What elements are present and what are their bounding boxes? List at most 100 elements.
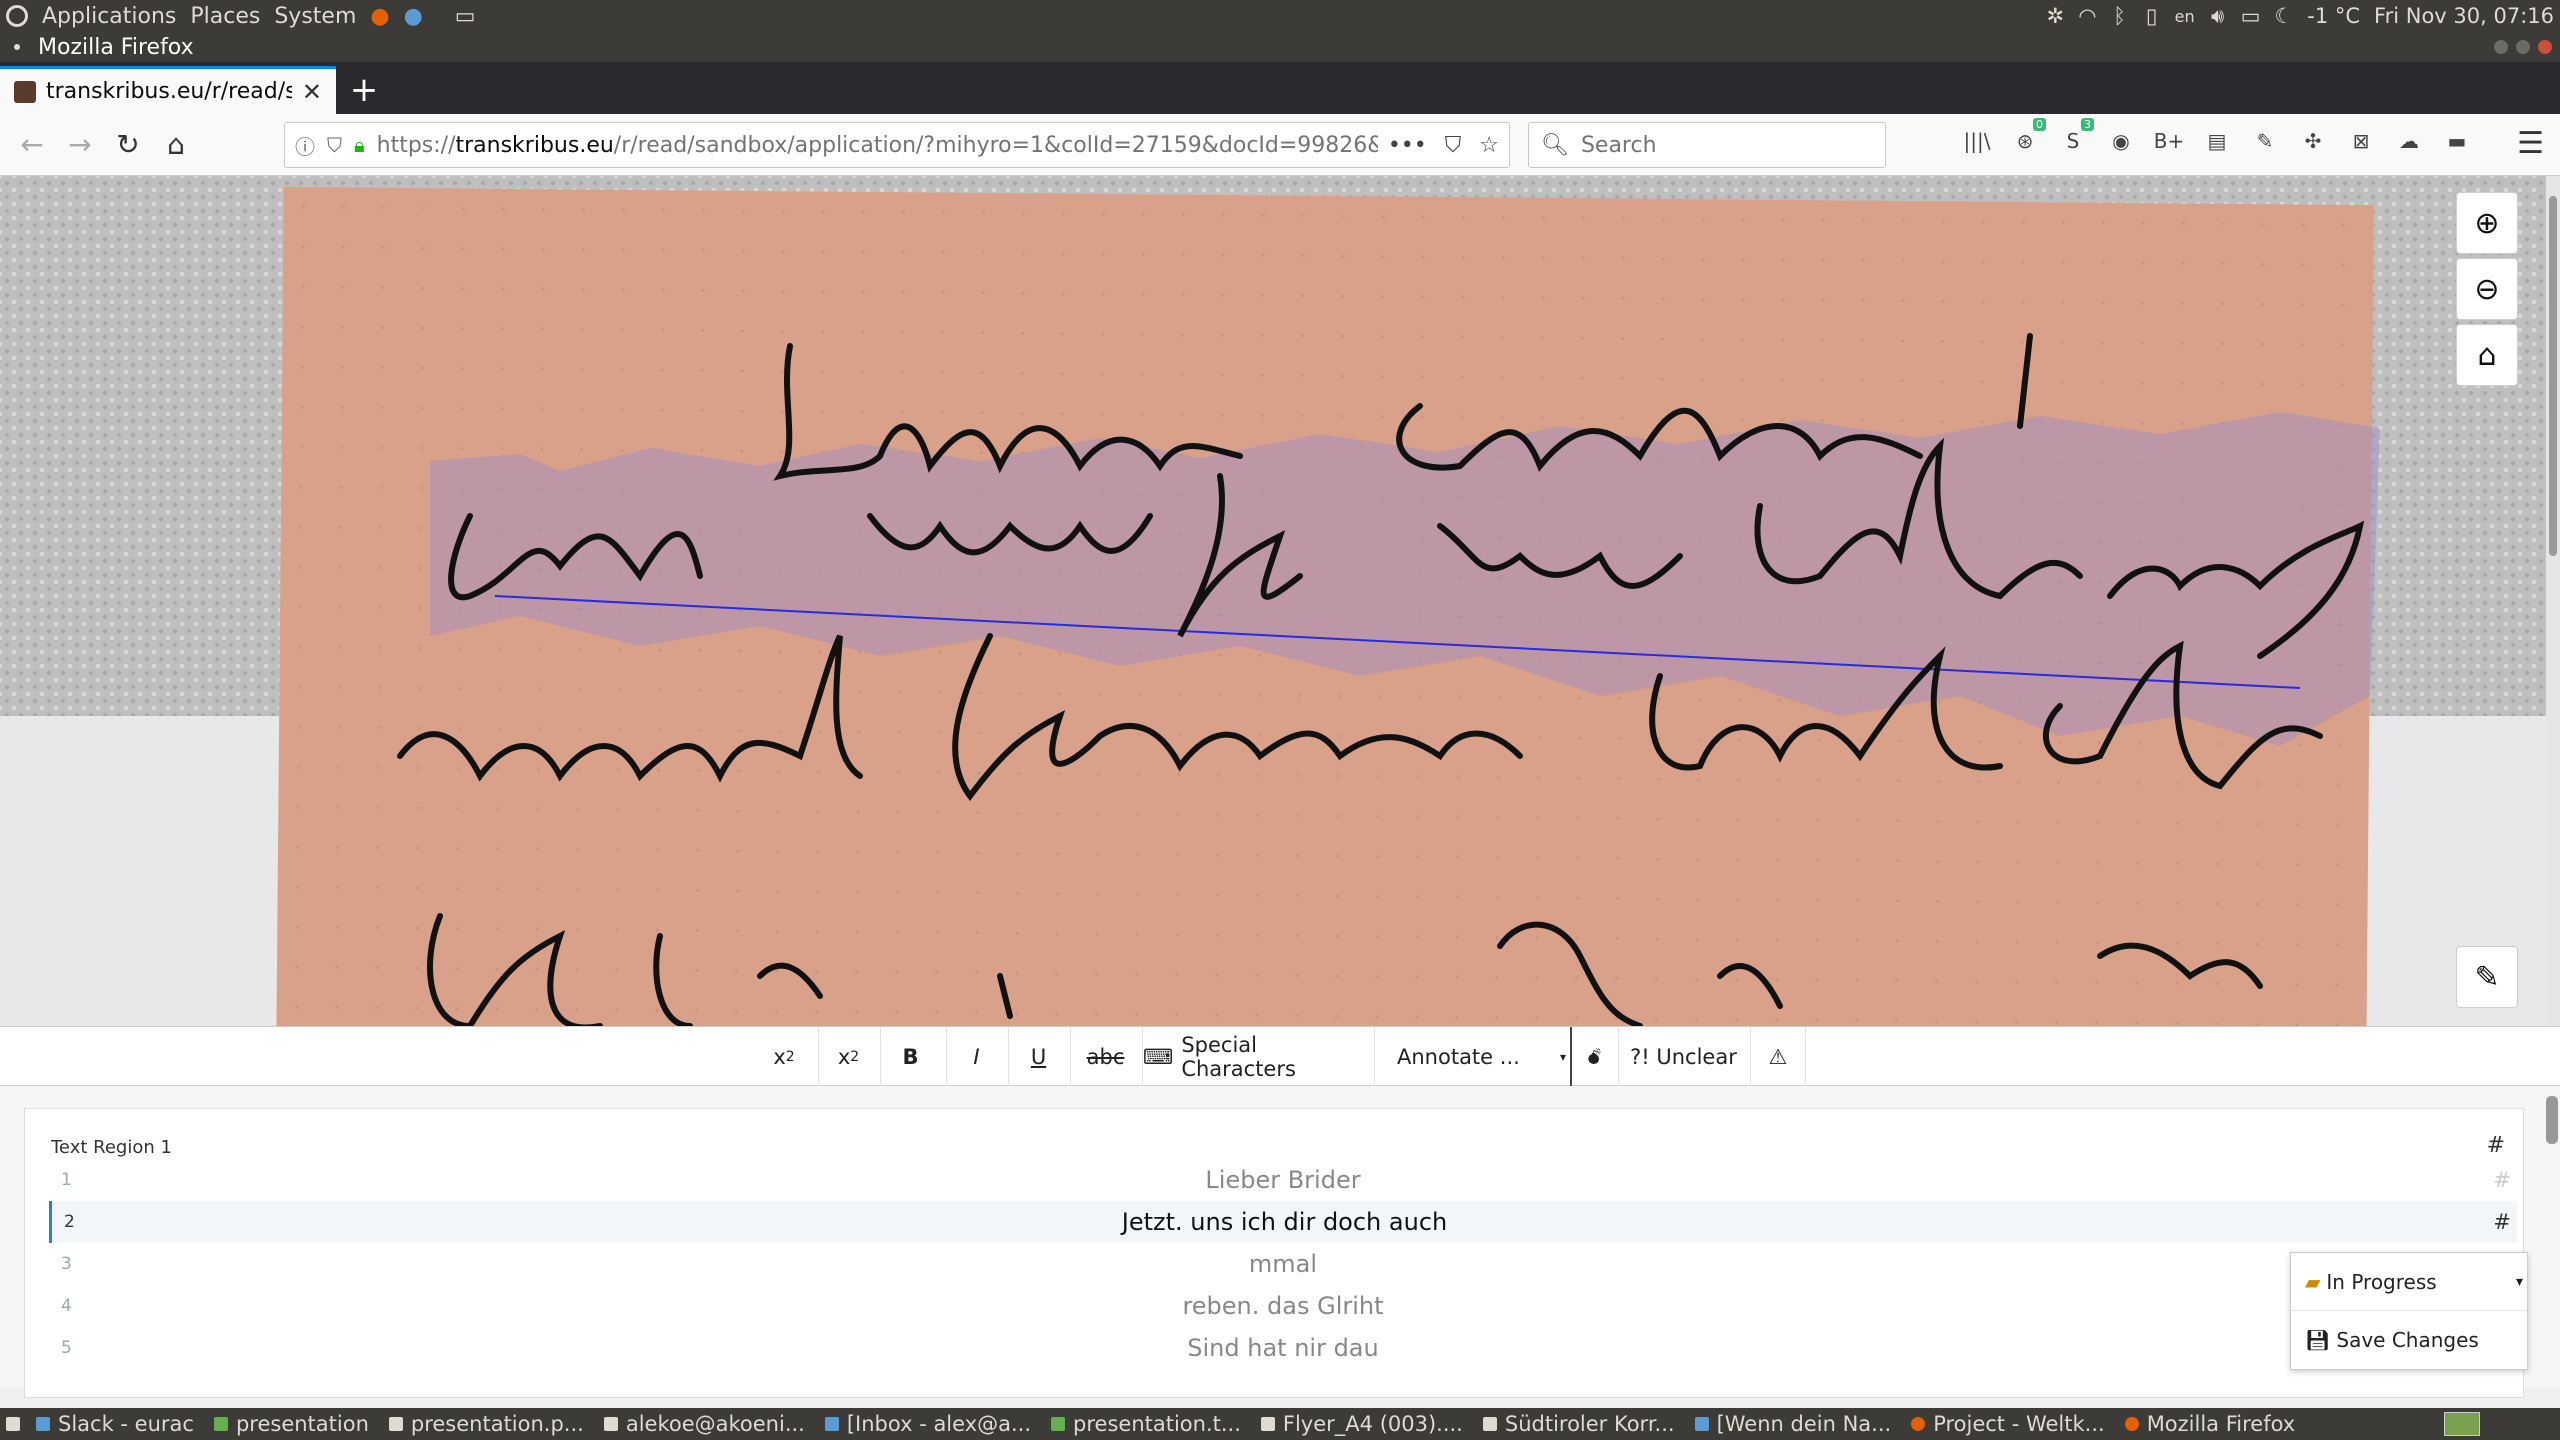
taskbar-item[interactable]: alekoe@akoeni... bbox=[594, 1408, 815, 1440]
line-text[interactable]: mmal bbox=[49, 1250, 2517, 1278]
close-tab-icon[interactable]: ✕ bbox=[302, 78, 322, 106]
annotate-dropdown[interactable]: Annotate ... ▾ bbox=[1374, 1027, 1570, 1087]
skype-icon[interactable]: S3 bbox=[2056, 118, 2094, 158]
firefox-launcher-icon[interactable]: ● bbox=[370, 4, 389, 29]
taskbar-item[interactable]: Slack - eurac bbox=[26, 1408, 204, 1440]
zoom-home-button[interactable]: ⌂ bbox=[2456, 324, 2518, 386]
transcription-line-active[interactable]: 2 Jetzt. uns ich dir doch auch # bbox=[49, 1201, 2517, 1243]
page-actions-icon[interactable]: ••• bbox=[1388, 133, 1427, 158]
bluetooth-icon[interactable]: ᛒ bbox=[2111, 4, 2129, 28]
line-text[interactable]: Sind hat nir dau bbox=[49, 1334, 2517, 1362]
taskbar-item[interactable]: Mozilla Firefox bbox=[2115, 1408, 2306, 1440]
settings-gear-icon[interactable]: ✲ bbox=[2046, 4, 2064, 28]
tracking-shield-icon[interactable]: ⛉ bbox=[327, 133, 342, 157]
zoom-in-button[interactable]: ⊕ bbox=[2456, 192, 2518, 254]
strikethrough-button[interactable]: abc bbox=[1070, 1027, 1140, 1087]
ext-blocked-icon[interactable]: ⊠ bbox=[2344, 124, 2378, 158]
region-tag-button[interactable]: # bbox=[2487, 1133, 2505, 1158]
forward-button[interactable]: → bbox=[56, 121, 104, 169]
volume-icon[interactable]: 🔊︎ bbox=[2209, 4, 2227, 29]
ext-bar-icon[interactable]: ▬ bbox=[2440, 124, 2474, 158]
taskbar-item[interactable]: [Wenn dein Na... bbox=[1685, 1408, 1902, 1440]
thunderbird-launcher-icon[interactable]: ● bbox=[404, 4, 423, 29]
taskbar-item[interactable]: Project - Weltk... bbox=[1901, 1408, 2115, 1440]
info-icon[interactable]: ⓘ bbox=[295, 131, 315, 160]
url-text[interactable]: https://transkribus.eu/r/read/sandbox/ap… bbox=[377, 133, 1378, 158]
url-bar[interactable]: ⓘ ⛉ 🔒︎ https://transkribus.eu/r/read/san… bbox=[284, 122, 1510, 168]
minimize-button[interactable] bbox=[2494, 40, 2508, 54]
warning-button[interactable]: ⚠ bbox=[1750, 1027, 1806, 1087]
ublock-icon[interactable]: ◉ bbox=[2104, 124, 2138, 158]
window-menu-dot-icon[interactable] bbox=[14, 44, 20, 50]
reload-button[interactable]: ↻ bbox=[104, 121, 152, 169]
keyboard-layout-indicator[interactable]: en bbox=[2175, 7, 2195, 26]
menu-places[interactable]: Places bbox=[190, 4, 260, 29]
secure-lock-icon[interactable]: 🔒︎ bbox=[354, 133, 365, 157]
battery-icon[interactable]: ▭ bbox=[2241, 4, 2261, 28]
taskbar-item[interactable]: Flyer_A4 (003).... bbox=[1251, 1408, 1473, 1440]
taskbar-item[interactable]: presentation bbox=[204, 1408, 379, 1440]
line-text[interactable]: Jetzt. uns ich dir doch auch bbox=[52, 1208, 2517, 1236]
ext-cloud-icon[interactable]: ☁ bbox=[2392, 124, 2426, 158]
clipboard-icon[interactable]: ▯ bbox=[2143, 4, 2161, 28]
special-characters-button[interactable]: ⌨ Special Characters bbox=[1142, 1027, 1372, 1087]
pocket-icon[interactable]: ⛉ bbox=[1445, 133, 1462, 158]
menu-system[interactable]: System bbox=[274, 4, 356, 29]
workspace-switcher[interactable] bbox=[2444, 1412, 2480, 1436]
search-bar[interactable]: 🔍︎ Search bbox=[1528, 122, 1886, 168]
clock[interactable]: Fri Nov 30, 07:16 bbox=[2374, 4, 2554, 28]
document-image-viewer[interactable]: ⊕ ⊖ ⌂ ✎ bbox=[0, 176, 2546, 1026]
hamburger-menu-icon[interactable]: ☰ bbox=[2517, 126, 2544, 161]
taskbar-item[interactable]: [Inbox - alex@a... bbox=[815, 1408, 1041, 1440]
editor-scrollbar-thumb[interactable] bbox=[2546, 1096, 2558, 1144]
save-changes-button[interactable]: 💾︎ Save Changes bbox=[2291, 1311, 2527, 1369]
transcription-line[interactable]: 3 mmal bbox=[49, 1243, 2517, 1285]
temperature-indicator[interactable]: -1 °C bbox=[2307, 4, 2360, 28]
back-button[interactable]: ← bbox=[8, 121, 56, 169]
wifi-icon[interactable]: ◠ bbox=[2078, 4, 2096, 28]
line-tag-button[interactable]: # bbox=[2493, 1210, 2511, 1234]
status-in-progress-button[interactable]: ▰ In Progress ▾ bbox=[2291, 1253, 2527, 1311]
transcription-line[interactable]: 4 reben. das Glriht bbox=[49, 1285, 2517, 1327]
maximize-button[interactable] bbox=[2516, 40, 2530, 54]
taskbar-item[interactable]: presentation.p... bbox=[379, 1408, 594, 1440]
menu-applications[interactable]: Applications bbox=[42, 4, 176, 29]
underline-button[interactable]: U bbox=[1008, 1027, 1068, 1087]
library-icon[interactable]: |||\ bbox=[1960, 124, 1994, 158]
line-text[interactable]: Lieber Brider bbox=[49, 1166, 2517, 1194]
ext-satellite-icon[interactable]: ⊛ 0 bbox=[2008, 118, 2046, 158]
terminal-launcher-icon[interactable]: ▭ bbox=[455, 4, 476, 29]
taskbar-item[interactable]: presentation.t... bbox=[1041, 1408, 1251, 1440]
line-2-highlight-polygon[interactable] bbox=[430, 412, 2380, 746]
subscript-button[interactable]: x2 bbox=[818, 1027, 878, 1087]
ext-bar-icon-glyph: ▬ bbox=[2447, 129, 2467, 153]
bomb-icon[interactable]: 💣︎ bbox=[1570, 1027, 1616, 1087]
show-desktop-icon[interactable] bbox=[0, 1408, 26, 1440]
line-text[interactable]: reben. das Glriht bbox=[49, 1292, 2517, 1320]
viewer-scrollbar-thumb[interactable] bbox=[2549, 196, 2557, 556]
ubuntu-logo-icon[interactable] bbox=[6, 5, 28, 27]
home-button[interactable]: ⌂ bbox=[152, 121, 200, 169]
reader-icon[interactable]: ▤ bbox=[2200, 124, 2234, 158]
transcription-line[interactable]: 5 Sind hat nir dau bbox=[49, 1327, 2517, 1369]
taskbar-item-label: Mozilla Firefox bbox=[2146, 1412, 2296, 1436]
unclear-button[interactable]: ?! Unclear bbox=[1618, 1027, 1748, 1087]
transcription-line[interactable]: 1 Lieber Brider # bbox=[49, 1159, 2517, 1201]
close-window-button[interactable] bbox=[2538, 40, 2552, 54]
superscript-button[interactable]: x2 bbox=[756, 1027, 812, 1087]
italic-button[interactable]: I bbox=[946, 1027, 1006, 1087]
bookmark-star-icon[interactable]: ☆ bbox=[1479, 133, 1499, 158]
viewer-scrollbar[interactable] bbox=[2546, 176, 2560, 1026]
ext-red-icon[interactable]: ✎ bbox=[2248, 124, 2282, 158]
extension-badge: 3 bbox=[2081, 118, 2094, 131]
ext-b-plus-icon[interactable]: B+ bbox=[2152, 124, 2186, 158]
line-tag-button[interactable]: # bbox=[2493, 1168, 2511, 1192]
zoom-out-button[interactable]: ⊖ bbox=[2456, 258, 2518, 320]
browser-tab-transkribus[interactable]: transkribus.eu/r/read/sa ✕ bbox=[0, 66, 336, 114]
bold-button[interactable]: B bbox=[880, 1027, 940, 1087]
edit-mode-button[interactable]: ✎ bbox=[2456, 946, 2518, 1008]
ext-puzzle-icon[interactable]: ✣ bbox=[2296, 124, 2330, 158]
taskbar-item[interactable]: Südtiroler Korr... bbox=[1473, 1408, 1685, 1440]
new-tab-button[interactable]: + bbox=[336, 66, 392, 114]
weather-moon-icon[interactable]: ☾ bbox=[2274, 4, 2293, 28]
